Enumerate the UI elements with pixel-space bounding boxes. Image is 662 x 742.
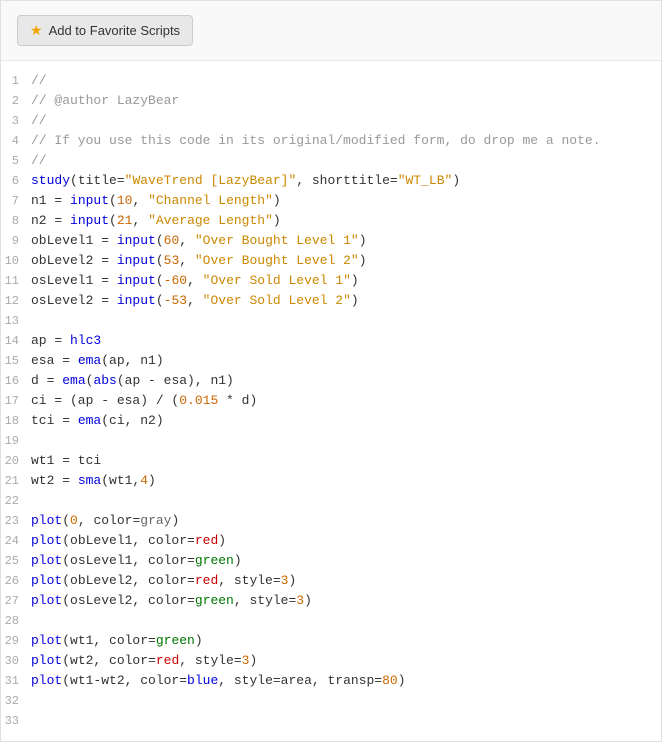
line-number: 4 [1,131,31,151]
code-line: 4 // If you use this code in its origina… [1,131,661,151]
code-line: 32 [1,691,661,711]
line-content: plot(0, color=gray) [31,511,653,531]
line-content: plot(wt1, color=green) [31,631,653,651]
code-line: 3 // [1,111,661,131]
add-to-favorite-button[interactable]: ★ Add to Favorite Scripts [17,15,193,46]
line-content: osLevel1 = input(-60, "Over Sold Level 1… [31,271,653,291]
line-number: 27 [1,591,31,611]
code-line: 31 plot(wt1-wt2, color=blue, style=area,… [1,671,661,691]
code-line: 22 [1,491,661,511]
toolbar: ★ Add to Favorite Scripts [1,1,661,61]
line-content: plot(osLevel1, color=green) [31,551,653,571]
code-line: 20 wt1 = tci [1,451,661,471]
line-content: // [31,111,653,131]
line-number: 5 [1,151,31,171]
code-line: 26 plot(obLevel2, color=red, style=3) [1,571,661,591]
line-content: // If you use this code in its original/… [31,131,653,151]
line-number: 30 [1,651,31,671]
line-number: 24 [1,531,31,551]
code-line: 10 obLevel2 = input(53, "Over Bought Lev… [1,251,661,271]
code-line: 23 plot(0, color=gray) [1,511,661,531]
line-number: 28 [1,611,31,631]
line-content: plot(obLevel2, color=red, style=3) [31,571,653,591]
line-number: 15 [1,351,31,371]
line-number: 22 [1,491,31,511]
line-number: 2 [1,91,31,111]
line-number: 12 [1,291,31,311]
line-content: obLevel1 = input(60, "Over Bought Level … [31,231,653,251]
line-content: tci = ema(ci, n2) [31,411,653,431]
main-container: ★ Add to Favorite Scripts 1 // 2 // @aut… [0,0,662,742]
line-content: obLevel2 = input(53, "Over Bought Level … [31,251,653,271]
code-line: 5 // [1,151,661,171]
line-content: plot(wt2, color=red, style=3) [31,651,653,671]
line-content: n1 = input(10, "Channel Length") [31,191,653,211]
line-number: 26 [1,571,31,591]
line-content: osLevel2 = input(-53, "Over Sold Level 2… [31,291,653,311]
code-line: 15 esa = ema(ap, n1) [1,351,661,371]
code-line: 8 n2 = input(21, "Average Length") [1,211,661,231]
code-line: 9 obLevel1 = input(60, "Over Bought Leve… [1,231,661,251]
line-number: 21 [1,471,31,491]
line-content: d = ema(abs(ap - esa), n1) [31,371,653,391]
line-content: n2 = input(21, "Average Length") [31,211,653,231]
line-content: esa = ema(ap, n1) [31,351,653,371]
code-line: 13 [1,311,661,331]
code-line: 30 plot(wt2, color=red, style=3) [1,651,661,671]
line-content: plot(osLevel2, color=green, style=3) [31,591,653,611]
line-number: 17 [1,391,31,411]
line-content: wt1 = tci [31,451,653,471]
code-line: 6 study(title="WaveTrend [LazyBear]", sh… [1,171,661,191]
line-number: 1 [1,71,31,91]
line-number: 20 [1,451,31,471]
code-line: 21 wt2 = sma(wt1,4) [1,471,661,491]
line-number: 9 [1,231,31,251]
line-number: 23 [1,511,31,531]
line-content: ci = (ap - esa) / (0.015 * d) [31,391,653,411]
line-number: 33 [1,711,31,731]
line-number: 29 [1,631,31,651]
line-number: 32 [1,691,31,711]
code-line: 33 [1,711,661,731]
line-number: 18 [1,411,31,431]
line-number: 16 [1,371,31,391]
code-line: 29 plot(wt1, color=green) [1,631,661,651]
line-content: ap = hlc3 [31,331,653,351]
line-number: 31 [1,671,31,691]
code-line: 17 ci = (ap - esa) / (0.015 * d) [1,391,661,411]
line-number: 10 [1,251,31,271]
line-content: // @author LazyBear [31,91,653,111]
line-content: study(title="WaveTrend [LazyBear]", shor… [31,171,653,191]
code-line: 24 plot(obLevel1, color=red) [1,531,661,551]
code-line: 14 ap = hlc3 [1,331,661,351]
code-line: 12 osLevel2 = input(-53, "Over Sold Leve… [1,291,661,311]
line-number: 13 [1,311,31,331]
code-line: 11 osLevel1 = input(-60, "Over Sold Leve… [1,271,661,291]
line-number: 14 [1,331,31,351]
code-line: 27 plot(osLevel2, color=green, style=3) [1,591,661,611]
line-number: 19 [1,431,31,451]
favorite-button-label: Add to Favorite Scripts [49,23,181,38]
line-content: // [31,71,653,91]
line-content: wt2 = sma(wt1,4) [31,471,653,491]
code-line: 16 d = ema(abs(ap - esa), n1) [1,371,661,391]
line-content: // [31,151,653,171]
code-line: 25 plot(osLevel1, color=green) [1,551,661,571]
line-number: 6 [1,171,31,191]
star-icon: ★ [30,22,43,39]
line-content: plot(obLevel1, color=red) [31,531,653,551]
code-line: 2 // @author LazyBear [1,91,661,111]
code-line: 28 [1,611,661,631]
line-number: 3 [1,111,31,131]
code-line: 18 tci = ema(ci, n2) [1,411,661,431]
code-line: 19 [1,431,661,451]
code-editor: 1 // 2 // @author LazyBear 3 // 4 // If … [1,61,661,741]
line-number: 25 [1,551,31,571]
code-line: 7 n1 = input(10, "Channel Length") [1,191,661,211]
line-content: plot(wt1-wt2, color=blue, style=area, tr… [31,671,653,691]
line-number: 7 [1,191,31,211]
code-line: 1 // [1,71,661,91]
line-number: 11 [1,271,31,291]
line-number: 8 [1,211,31,231]
